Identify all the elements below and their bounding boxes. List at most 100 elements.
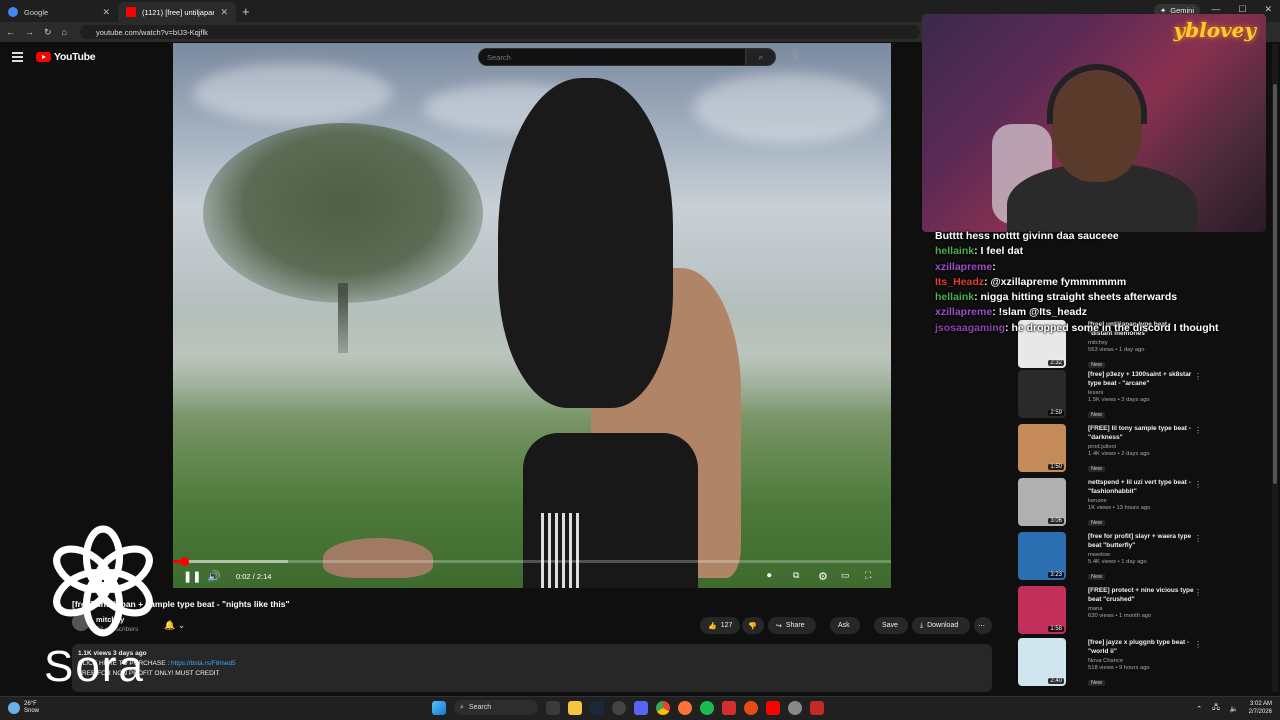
description-box[interactable]: 1.1K views 3 days ago CLICK HERE TO PURC… [72, 644, 992, 692]
page-scrollbar[interactable] [1272, 44, 1278, 692]
video-player[interactable]: Search ⌕ 🎙 [173, 43, 891, 588]
obs-icon[interactable] [612, 700, 626, 715]
miniplayer-icon[interactable]: ▭ [841, 570, 850, 581]
video-thumbnail[interactable]: 1:58 [1018, 586, 1066, 634]
reload-icon[interactable]: ↻ [44, 27, 52, 38]
close-tab-icon[interactable]: ✕ [220, 7, 228, 18]
recommendation-item[interactable]: 1:50 [FREE] lil tony sample type beat - "… [1000, 424, 1270, 476]
new-badge: New [1088, 466, 1106, 472]
recommendation-info: [FREE] protect + nine vicious type beat … [1088, 586, 1196, 619]
tab-google[interactable]: Google ✕ [0, 2, 118, 22]
microphone-icon[interactable]: 🎙 [789, 50, 802, 61]
network-icon[interactable]: 🖧 [1212, 703, 1220, 714]
more-options-icon[interactable]: ⋮ [1194, 534, 1202, 543]
close-tab-icon[interactable]: ✕ [102, 7, 110, 18]
url-text: youtube.com/watch?v=bIJ3-Kqjflk [96, 27, 208, 37]
weather-widget[interactable]: 26°F Snow [8, 701, 39, 715]
chrome-icon[interactable] [656, 700, 670, 715]
recommendation-title[interactable]: [FREE] protect + nine vicious type beat … [1088, 586, 1196, 604]
volume-icon[interactable]: 🔈 [1230, 705, 1239, 713]
progress-bar[interactable] [173, 557, 891, 566]
video-thumbnail[interactable]: 3:23 [1018, 532, 1066, 580]
forward-icon[interactable]: → [25, 27, 34, 37]
brave-icon[interactable] [744, 700, 758, 715]
recommendation-item[interactable]: 3:06 nettspend + lil uzi vert type beat -… [1000, 478, 1270, 530]
recommendation-title[interactable]: [free for profit] slayr + waera type bea… [1088, 532, 1196, 550]
recommendation-item[interactable]: 1:58 [FREE] protect + nine vicious type b… [1000, 586, 1270, 638]
video-thumbnail[interactable]: 3:06 [1018, 478, 1066, 526]
url-field[interactable]: youtube.com/watch?v=bIJ3-Kqjflk [80, 25, 920, 39]
file-explorer-icon[interactable] [568, 700, 582, 715]
recommendation-channel[interactable]: prod.juliooi [1088, 444, 1196, 450]
youtube-app-icon[interactable] [766, 700, 780, 715]
more-actions-button[interactable]: ⋯ [974, 617, 992, 634]
clock[interactable]: 3:02 AM 2/7/2026 [1249, 701, 1272, 716]
recommendation-channel[interactable]: Nova Chance [1088, 658, 1196, 664]
pause-icon[interactable]: ❚❚ [183, 570, 201, 583]
scrollbar-thumb[interactable] [1273, 84, 1277, 484]
taskbar-search[interactable]: ⌕ Search [454, 700, 538, 715]
steam-icon[interactable] [590, 700, 604, 715]
recommendation-title[interactable]: [FREE] lil tony sample type beat - "dark… [1088, 424, 1196, 442]
recommendation-title[interactable]: [free] jayze x pluggnb type beat - "worl… [1088, 638, 1196, 656]
more-options-icon[interactable]: ⋮ [1194, 480, 1202, 489]
recommendation-title[interactable]: nettspend + lil uzi vert type beat - "fa… [1088, 478, 1196, 496]
volume-icon[interactable]: 🔊 [207, 570, 221, 583]
settings-gear-icon[interactable]: ⚙ [818, 570, 828, 583]
recommendation-channel[interactable]: lexani [1088, 390, 1196, 396]
tab-label: (1121) [free] untiljapan + s... [142, 7, 215, 17]
video-thumbnail[interactable]: 2:40 [1018, 638, 1066, 686]
spotify-icon[interactable] [700, 700, 714, 715]
recommendation-channel[interactable]: meedow [1088, 552, 1196, 558]
recommendation-channel[interactable]: kenzee [1088, 498, 1196, 504]
taskbar-search-label: Search [468, 704, 492, 711]
ask-button[interactable]: Ask [830, 617, 860, 634]
task-view-icon[interactable] [546, 700, 560, 715]
windows-start-icon[interactable] [432, 700, 446, 715]
notification-bell-icon[interactable]: 🔔 ⌄ [164, 620, 185, 631]
chat-user: hellaink [935, 245, 975, 258]
search-input[interactable]: Search [478, 48, 746, 66]
close-window-icon[interactable]: ✕ [1264, 4, 1272, 15]
new-tab-icon[interactable]: + [236, 4, 256, 19]
tab-youtube[interactable]: (1121) [free] untiljapan + s... ✕ [118, 2, 236, 22]
scrubber-handle[interactable] [179, 557, 189, 566]
more-options-icon[interactable]: ⋮ [1194, 588, 1202, 597]
recommendation-item[interactable]: 2:40 [free] jayze x pluggnb type beat - "… [1000, 638, 1270, 690]
chevron-up-icon[interactable]: ⌃ [1196, 705, 1202, 713]
recommendation-channel[interactable]: mitchxy [1088, 340, 1196, 346]
more-options-icon[interactable]: ⋮ [1194, 640, 1202, 649]
red-app-icon[interactable] [722, 700, 736, 715]
recommendation-channel[interactable]: mana [1088, 606, 1196, 612]
captions-icon[interactable]: ⧉ [793, 570, 799, 581]
search-button[interactable]: ⌕ [746, 48, 776, 66]
video-thumbnail[interactable]: 2:59 [1018, 370, 1066, 418]
purchase-link[interactable]: https://bsta.rs/F8med5 [171, 660, 236, 667]
recommendation-info: [free for profit] slayr + waera type bea… [1088, 532, 1196, 583]
save-button[interactable]: Save [874, 617, 908, 634]
home-icon[interactable]: ⌂ [62, 27, 67, 37]
youtube-logo[interactable]: YouTube [36, 51, 96, 63]
recommendation-item[interactable]: 3:23 [free for profit] slayr + waera type… [1000, 532, 1270, 584]
like-button[interactable]: 👍 127 [700, 617, 740, 634]
google-favicon-icon [8, 7, 18, 17]
recommendation-info: nettspend + lil uzi vert type beat - "fa… [1088, 478, 1196, 529]
more-options-icon[interactable]: ⋮ [1194, 426, 1202, 435]
autoplay-toggle-icon[interactable]: ⏺ [767, 570, 772, 581]
recommendation-title[interactable]: [free] p3ezy + 1300saint + sk8star type … [1088, 370, 1196, 388]
video-thumbnail[interactable]: 1:50 [1018, 424, 1066, 472]
firefox-icon[interactable] [678, 700, 692, 715]
app-icon[interactable] [788, 700, 802, 715]
back-icon[interactable]: ← [6, 27, 15, 37]
dislike-button[interactable]: 👎 [742, 617, 764, 634]
app-icon[interactable] [810, 700, 824, 715]
discord-icon[interactable] [634, 700, 648, 715]
menu-icon[interactable] [12, 52, 23, 64]
more-options-icon[interactable]: ⋮ [1194, 372, 1202, 381]
youtube-logo-text: YouTube [54, 51, 96, 63]
stream-chat-overlay: Butttt hess notttt givinn daa sauceee he… [935, 229, 1235, 336]
download-button[interactable]: ⤓ Download [912, 617, 970, 634]
recommendation-item[interactable]: 2:59 [free] p3ezy + 1300saint + sk8star t… [1000, 370, 1270, 422]
fullscreen-icon[interactable]: ⛶ [865, 570, 871, 581]
share-button[interactable]: ↪ Share [768, 617, 816, 634]
